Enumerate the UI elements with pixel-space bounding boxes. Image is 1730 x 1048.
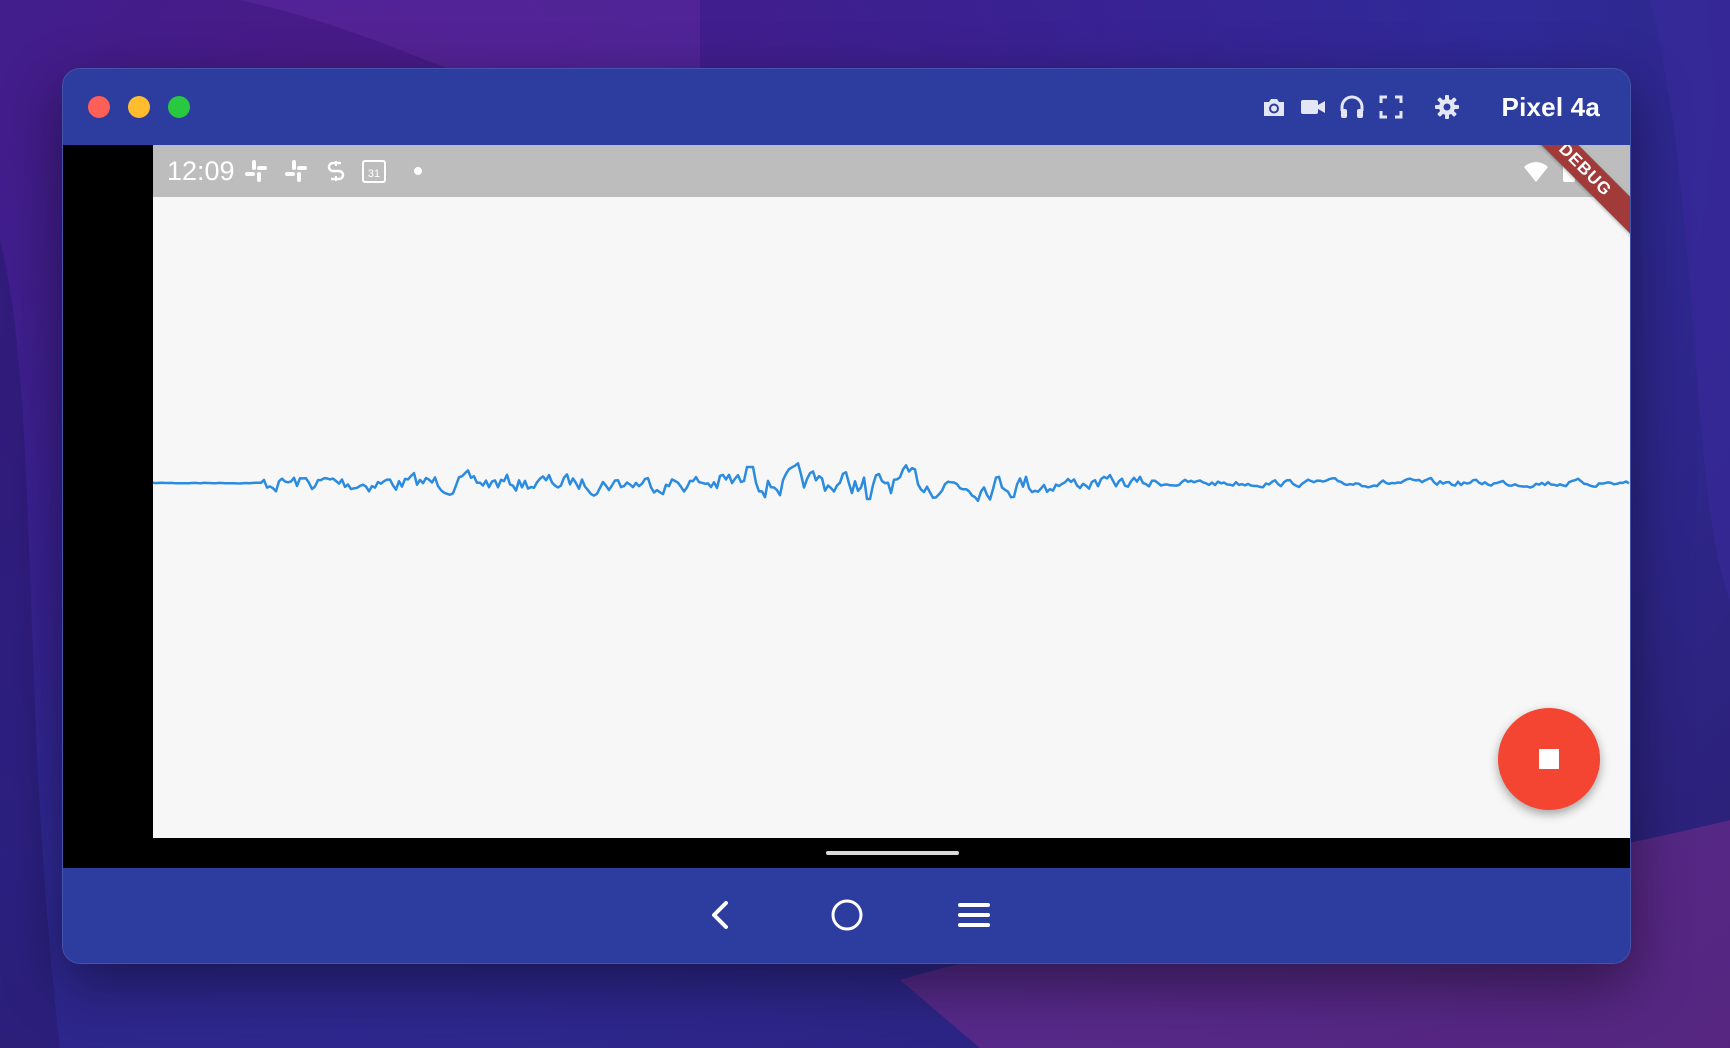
calendar-icon: 31 (362, 160, 386, 183)
app-screen[interactable]: 12:09 31 DEBUG (153, 145, 1630, 838)
maximize-button[interactable] (168, 96, 190, 118)
waveform-line (153, 462, 1630, 503)
emulator-window: Pixel 4a 12:09 31 DEBUG (62, 68, 1631, 964)
wifi-icon (1524, 162, 1548, 182)
android-status-bar: 12:09 31 (153, 145, 1630, 197)
slack-icon (245, 160, 267, 182)
svg-text:31: 31 (368, 168, 380, 180)
menu-icon[interactable] (954, 895, 994, 935)
headphones-icon[interactable] (1338, 93, 1366, 121)
audio-waveform (153, 462, 1630, 503)
back-icon[interactable] (701, 895, 741, 935)
device-screen-area: 12:09 31 DEBUG (63, 145, 1630, 868)
status-time: 12:09 (167, 156, 235, 186)
device-name-label: Pixel 4a (1501, 92, 1600, 122)
gear-icon[interactable] (1433, 93, 1461, 121)
stop-icon (1539, 749, 1559, 769)
minimize-button[interactable] (128, 96, 150, 118)
title-bar: Pixel 4a (63, 69, 1630, 145)
sync-icon (327, 161, 345, 181)
close-button[interactable] (88, 96, 110, 118)
emulator-nav-bar (63, 868, 1630, 963)
gesture-handle[interactable] (826, 851, 959, 855)
notification-dot-icon (414, 167, 422, 175)
camera-icon[interactable] (1260, 93, 1288, 121)
home-icon[interactable] (827, 895, 867, 935)
stop-recording-button[interactable] (1498, 708, 1600, 810)
slack-icon (285, 160, 307, 182)
fullscreen-icon[interactable] (1377, 93, 1405, 121)
video-icon[interactable] (1299, 93, 1327, 121)
